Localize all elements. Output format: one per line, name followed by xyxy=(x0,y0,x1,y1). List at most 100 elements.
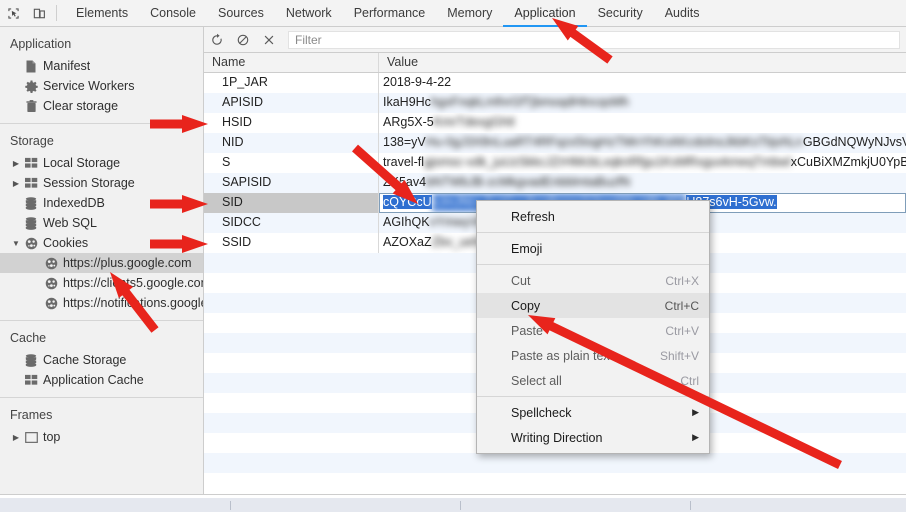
devtools-window: Elements Console Sources Network Performance… xyxy=(0,0,906,512)
selected-value-prefix: cQYCcU xyxy=(383,195,432,209)
sidebar-item-label: Clear storage xyxy=(43,99,119,113)
menu-item-writing-direction[interactable]: Writing Direction ▶ xyxy=(477,425,709,450)
frame-icon xyxy=(22,431,40,443)
table-row[interactable]: NID 138=yVHu-0gJ3X8nLuaRT4RFqzx5IogHzTMnY… xyxy=(204,133,906,153)
table-row[interactable]: Stravel-flgjsmsc-vdk_juUzSkkcJZrHMcbLxqk… xyxy=(204,153,906,173)
sidebar-item-indexeddb[interactable]: IndexedDB xyxy=(0,193,203,213)
menu-item-label: Emoji xyxy=(511,241,543,256)
cookie-name-cell[interactable]: APISID xyxy=(204,93,379,113)
menu-item-label: Spellcheck xyxy=(511,405,572,420)
sidebar-item-manifest[interactable]: Manifest xyxy=(0,56,203,76)
sidebar-item-label: Web SQL xyxy=(43,216,97,230)
table-icon xyxy=(22,374,40,386)
sidebar-item-label: Manifest xyxy=(43,59,91,73)
menu-item-spellcheck[interactable]: Spellcheck ▶ xyxy=(477,400,709,425)
context-menu[interactable]: Refresh Emoji Cut Ctrl+X Copy Ctrl+C Paste Ctrl… xyxy=(476,200,710,454)
table-filler-row xyxy=(204,473,906,493)
value-prefix: travel-fl xyxy=(383,155,424,169)
sidebar-item-label: IndexedDB xyxy=(43,196,105,210)
sidebar-item-top[interactable]: ▶ top xyxy=(0,427,203,447)
table-row[interactable]: SAPISID ZK5av4bNTWbJB-zcMkgvadEnbblmtaBuz… xyxy=(204,173,906,193)
close-icon[interactable] xyxy=(256,28,282,52)
cookie-name-cell[interactable]: SSID xyxy=(204,233,379,253)
cookie-name-cell[interactable]: SIDCC xyxy=(204,213,379,233)
cookie-value-cell[interactable]: travel-flgjsmsc-vdk_juUzSkkcJZrHMcbLxqkn… xyxy=(379,153,906,173)
tab-security[interactable]: Security xyxy=(587,0,654,27)
refresh-icon[interactable] xyxy=(204,28,230,52)
tab-performance[interactable]: Performance xyxy=(343,0,437,27)
cookie-name-cell[interactable]: NID xyxy=(204,133,379,153)
search-input[interactable]: Filter xyxy=(288,30,900,49)
application-sidebar[interactable]: Application Manifest Service Workers Clear … xyxy=(0,27,204,494)
sidebar-item-web-sql[interactable]: Web SQL xyxy=(0,213,203,233)
cookie-value-cell[interactable]: 2018-9-4-22 xyxy=(379,73,906,93)
sidebar-section: Application Manifest Service Workers Clear … xyxy=(0,27,203,116)
table-icon xyxy=(22,177,40,189)
sidebar-item-clear-storage[interactable]: Clear storage xyxy=(0,96,203,116)
device-toolbar-icon[interactable] xyxy=(26,0,52,26)
value-blurred: Hu-0gJ3X8nLuaRT4RFqzx5IogHzTMnYhKnAKcdol… xyxy=(425,135,803,149)
clear-icon[interactable] xyxy=(230,28,256,52)
menu-item-select-all[interactable]: Select all Ctrl xyxy=(477,368,709,393)
inspect-element-icon[interactable] xyxy=(0,0,26,26)
cookie-name-cell[interactable]: HSID xyxy=(204,113,379,133)
sidebar-section-title: Application xyxy=(10,37,72,51)
cookie-value-cell[interactable]: ARg5X-5KmrTdexgGhtI xyxy=(379,113,906,133)
sidebar-item-https-notifications-google-com[interactable]: https://notifications.google.com xyxy=(0,293,203,313)
column-header-value[interactable]: Value xyxy=(379,53,906,72)
menu-item-refresh[interactable]: Refresh xyxy=(477,204,709,229)
strip-tick xyxy=(460,501,461,510)
tab-elements[interactable]: Elements xyxy=(65,0,139,27)
sidebar-item-service-workers[interactable]: Service Workers xyxy=(0,76,203,96)
menu-item-emoji[interactable]: Emoji xyxy=(477,236,709,261)
tab-memory[interactable]: Memory xyxy=(436,0,503,27)
cookie-value-cell[interactable]: IkaH9HchgxFnqkLmfnrGfTjbmoqdHtncqsMh xyxy=(379,93,906,113)
sidebar-item-label: https://clients5.google.com xyxy=(63,276,203,290)
column-header-name[interactable]: Name xyxy=(204,53,379,72)
tab-network[interactable]: Network xyxy=(275,0,343,27)
cookie-name-cell[interactable]: S xyxy=(204,153,379,173)
menu-separator xyxy=(477,396,709,397)
cookie-name-cell[interactable]: 1P_JAR xyxy=(204,73,379,93)
tab-console[interactable]: Console xyxy=(139,0,207,27)
value-prefix: AGIhQK xyxy=(383,215,430,229)
chevron-toggle-icon[interactable]: ▶ xyxy=(10,179,22,188)
menu-item-shortcut: Shift+V xyxy=(659,348,699,363)
table-row[interactable]: HSID ARg5X-5KmrTdexgGhtI xyxy=(204,113,906,133)
table-row[interactable]: APISID IkaH9HchgxFnqkLmfnrGfTjbmoqdHtncqs… xyxy=(204,93,906,113)
tab-audits[interactable]: Audits xyxy=(654,0,711,27)
chevron-toggle-icon[interactable]: ▶ xyxy=(10,433,22,442)
cookie-name-cell[interactable]: SAPISID xyxy=(204,173,379,193)
table-header: Name Value xyxy=(204,53,906,73)
value-prefix: 138=yV xyxy=(383,135,426,149)
menu-item-copy[interactable]: Copy Ctrl+C xyxy=(477,293,709,318)
sidebar-item-https-plus-google-com[interactable]: https://plus.google.com xyxy=(0,253,203,273)
chevron-toggle-icon[interactable]: ▶ xyxy=(10,159,22,168)
menu-item-label: Copy xyxy=(511,298,541,313)
sidebar-item-cookies[interactable]: ▼ Cookies xyxy=(0,233,203,253)
tab-sources[interactable]: Sources xyxy=(207,0,275,27)
sidebar-item-label: https://notifications.google.com xyxy=(63,296,203,310)
cookie-value-cell[interactable]: 138=yVHu-0gJ3X8nLuaRT4RFqzx5IogHzTMnYhKn… xyxy=(379,133,906,153)
menu-item-paste[interactable]: Paste Ctrl+V xyxy=(477,318,709,343)
sidebar-item-label: https://plus.google.com xyxy=(63,256,192,270)
value-prefix: 2018-9-4-22 xyxy=(383,75,452,89)
table-row[interactable]: 1P_JAR 2018-9-4-22 xyxy=(204,73,906,93)
menu-item-cut[interactable]: Cut Ctrl+X xyxy=(477,268,709,293)
cookie-name-cell[interactable]: SID xyxy=(204,193,379,213)
value-tail: xCuBiXMZmkjU0YpBMLdu xyxy=(790,155,906,169)
sidebar-item-https-clients5-google-com[interactable]: https://clients5.google.com xyxy=(0,273,203,293)
value-tail: GBGdNQWyNJvsV3uw6eB xyxy=(802,135,906,149)
cookie-value-cell[interactable]: ZK5av4bNTWbJB-zcMkgvadEnbblmtaBuzfN xyxy=(379,173,906,193)
sidebar-section: Frames ▶ top xyxy=(0,398,203,447)
tab-application[interactable]: Application xyxy=(503,0,587,27)
sidebar-item-session-storage[interactable]: ▶ Session Storage xyxy=(0,173,203,193)
sidebar-item-label: Local Storage xyxy=(43,156,121,170)
menu-item-label: Writing Direction xyxy=(511,430,603,445)
chevron-toggle-icon[interactable]: ▼ xyxy=(10,239,22,248)
sidebar-item-local-storage[interactable]: ▶ Local Storage xyxy=(0,153,203,173)
menu-item-paste-as-plain-text[interactable]: Paste as plain text Shift+V xyxy=(477,343,709,368)
sidebar-item-application-cache[interactable]: Application Cache xyxy=(0,370,203,390)
submenu-arrow-icon: ▶ xyxy=(692,407,699,417)
sidebar-item-cache-storage[interactable]: Cache Storage xyxy=(0,350,203,370)
